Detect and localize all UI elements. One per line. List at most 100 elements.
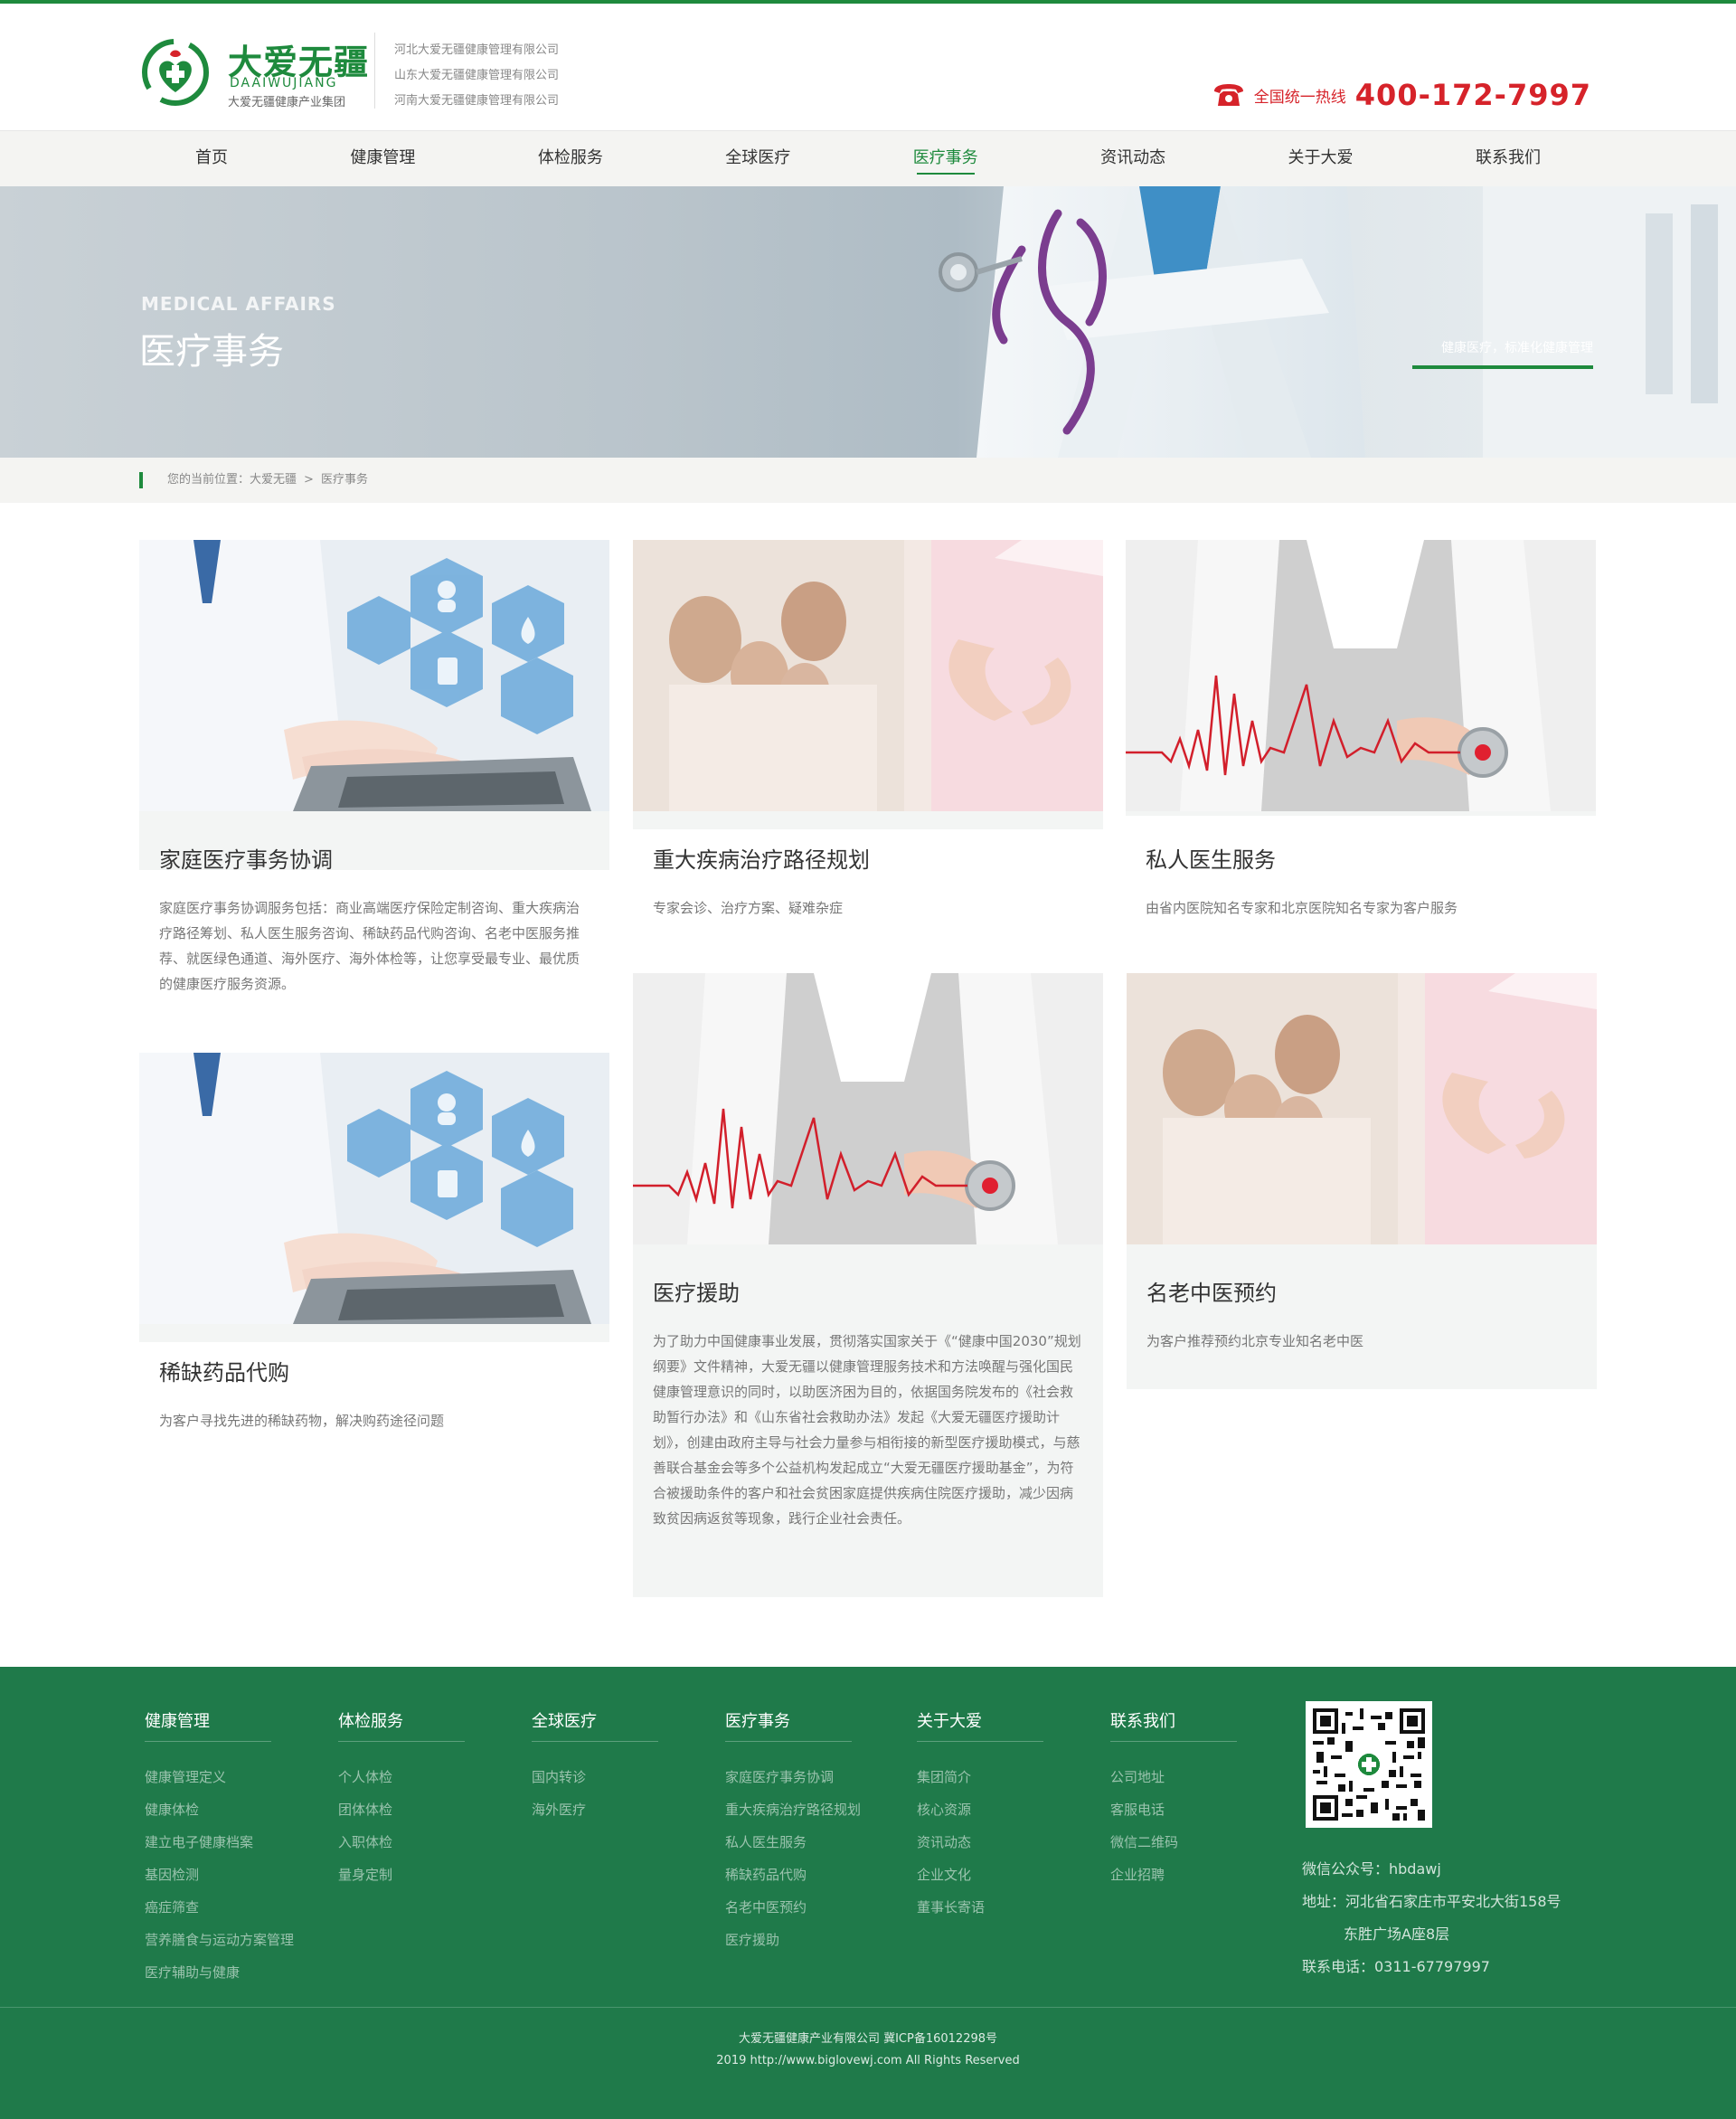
nav-item-medical-affairs[interactable]: 医疗事务 xyxy=(881,131,1011,187)
footer-column-divider xyxy=(338,1741,465,1742)
breadcrumb-prefix: 您的当前位置： xyxy=(167,473,250,487)
footer-column-divider xyxy=(917,1741,1043,1742)
nav-item-checkup-service[interactable]: 体检服务 xyxy=(505,131,636,187)
footer-link[interactable]: 客服电话 xyxy=(1110,1793,1178,1826)
card-image-family-heart-hands xyxy=(633,540,1103,811)
footer-link[interactable]: 癌症筛查 xyxy=(145,1891,294,1924)
footer-link[interactable]: 资讯动态 xyxy=(917,1826,985,1859)
header-divider xyxy=(374,33,375,109)
footer-column-title[interactable]: 联系我们 xyxy=(1110,1708,1175,1732)
contact-phone: 联系电话：0311-67797997 xyxy=(1302,1958,1490,1975)
card-description: 家庭医疗事务协调服务包括：商业高端医疗保险定制咨询、重大疾病治疗路径筹划、私人医… xyxy=(159,900,580,992)
logo-text-en: DAAIWUJIANG xyxy=(230,76,338,90)
footer-link[interactable]: 核心资源 xyxy=(917,1793,985,1826)
nav-item-news[interactable]: 资讯动态 xyxy=(1068,131,1198,187)
copyright: 大爱无疆健康产业有限公司 冀ICP备16012298号 2019 http://… xyxy=(0,2029,1736,2072)
footer-link[interactable]: 稀缺药品代购 xyxy=(725,1859,861,1891)
banner-tagline-underline xyxy=(1412,365,1593,369)
footer-link[interactable]: 健康管理定义 xyxy=(145,1761,294,1793)
footer-link[interactable]: 量身定制 xyxy=(338,1859,392,1891)
doctor-stethoscope-image xyxy=(939,186,1736,458)
service-card[interactable]: 医疗援助 为了助力中国健康事业发展，贯彻落实国家关于《“健康中国2030”规划纲… xyxy=(633,973,1103,1597)
card-description: 由省内医院知名专家和北京医院知名专家为客户服务 xyxy=(1146,900,1458,916)
footer-link[interactable]: 公司地址 xyxy=(1110,1761,1178,1793)
main-nav: 首页 健康管理 体检服务 全球医疗 医疗事务 资讯动态 关于大爱 联系我们 xyxy=(0,130,1736,186)
company-list: 河北大爱无疆健康管理有限公司 山东大爱无疆健康管理有限公司 河南大爱无疆健康管理… xyxy=(394,38,559,114)
site-footer: 健康管理 健康管理定义 健康体检 建立电子健康档案 基因检测 癌症筛查 营养膳食… xyxy=(0,1667,1736,2119)
banner-title-cn: 医疗事务 xyxy=(139,331,284,373)
card-image-doctor-keyboard xyxy=(139,540,609,811)
footer-link[interactable]: 名老中医预约 xyxy=(725,1891,861,1924)
card-image-doctor-keyboard xyxy=(139,1053,609,1324)
footer-link[interactable]: 医疗援助 xyxy=(725,1924,861,1956)
service-card[interactable]: 名老中医预约 为客户推荐预约北京专业知名老中医 xyxy=(1127,973,1597,1389)
service-card[interactable]: 家庭医疗事务协调 家庭医疗事务协调服务包括：商业高端医疗保险定制咨询、重大疾病治… xyxy=(139,540,609,992)
card-title: 私人医生服务 xyxy=(1146,847,1276,873)
footer-column-title[interactable]: 全球医疗 xyxy=(532,1708,597,1732)
footer-link[interactable]: 企业文化 xyxy=(917,1859,985,1891)
footer-link[interactable]: 海外医疗 xyxy=(532,1793,586,1826)
company-name: 山东大爱无疆健康管理有限公司 xyxy=(394,69,560,82)
footer-contact-info: 微信公众号：hbdawj 地址：河北省石家庄市平安北大街158号 东胜广场A座8… xyxy=(1302,1853,1561,1983)
footer-link[interactable]: 集团简介 xyxy=(917,1761,985,1793)
footer-link[interactable]: 重大疾病治疗路径规划 xyxy=(725,1793,861,1826)
footer-link[interactable]: 国内转诊 xyxy=(532,1761,586,1793)
breadcrumb-home-link[interactable]: 大爱无疆 xyxy=(250,473,297,487)
breadcrumb-marker xyxy=(139,472,143,488)
footer-link[interactable]: 医疗辅助与健康 xyxy=(145,1956,294,1989)
site-header: 大爱无疆 DAAIWUJIANG 大爱无疆健康产业集团 河北大爱无疆健康管理有限… xyxy=(0,4,1736,130)
service-card[interactable]: 私人医生服务 由省内医院知名专家和北京医院知名专家为客户服务 xyxy=(1126,540,1596,916)
footer-column-title[interactable]: 体检服务 xyxy=(338,1708,403,1732)
footer-link[interactable]: 入职体检 xyxy=(338,1826,392,1859)
breadcrumb-separator: > xyxy=(304,473,314,487)
footer-column-divider xyxy=(532,1741,658,1742)
card-title: 家庭医疗事务协调 xyxy=(159,847,333,873)
logo-subtitle: 大爱无疆健康产业集团 xyxy=(228,96,346,109)
footer-link[interactable]: 私人医生服务 xyxy=(725,1826,861,1859)
footer-link[interactable]: 家庭医疗事务协调 xyxy=(725,1761,861,1793)
hotline-number: 400-172-7997 xyxy=(1354,78,1591,112)
breadcrumb-current: 医疗事务 xyxy=(320,473,368,487)
hotline-label: 全国统一热线 xyxy=(1253,88,1346,107)
nav-item-about[interactable]: 关于大爱 xyxy=(1256,131,1386,187)
nav-item-health-management[interactable]: 健康管理 xyxy=(317,131,448,187)
nav-item-contact[interactable]: 联系我们 xyxy=(1443,131,1573,187)
service-card[interactable]: 重大疾病治疗路径规划 专家会诊、治疗方案、疑难杂症 xyxy=(633,540,1103,916)
card-image-family-heart-hands xyxy=(1127,973,1597,1244)
address-line-1: 地址：河北省石家庄市平安北大街158号 xyxy=(1302,1893,1561,1910)
footer-link[interactable]: 个人体检 xyxy=(338,1761,392,1793)
wechat-qr-code xyxy=(1306,1701,1432,1828)
banner-tagline: 健康医疗，标准化健康管理 xyxy=(1441,341,1593,355)
footer-link[interactable]: 健康体检 xyxy=(145,1793,294,1826)
footer-column-title[interactable]: 关于大爱 xyxy=(917,1708,982,1732)
footer-link[interactable]: 建立电子健康档案 xyxy=(145,1826,294,1859)
footer-link[interactable]: 微信二维码 xyxy=(1110,1826,1178,1859)
footer-column-divider xyxy=(1110,1741,1237,1742)
card-description: 为客户推荐预约北京专业知名老中医 xyxy=(1146,1333,1364,1349)
footer-link[interactable]: 团体体检 xyxy=(338,1793,392,1826)
footer-link[interactable]: 企业招聘 xyxy=(1110,1859,1178,1891)
logo-heart-cross-icon xyxy=(142,39,209,106)
card-image-heartbeat-stethoscope xyxy=(633,973,1103,1244)
card-title: 重大疾病治疗路径规划 xyxy=(653,847,870,873)
footer-column-title[interactable]: 健康管理 xyxy=(145,1708,210,1732)
site-logo[interactable]: 大爱无疆 DAAIWUJIANG 大爱无疆健康产业集团 xyxy=(141,34,368,112)
footer-link[interactable]: 营养膳食与运动方案管理 xyxy=(145,1924,294,1956)
footer-column-title[interactable]: 医疗事务 xyxy=(725,1708,790,1732)
footer-divider xyxy=(0,2007,1736,2008)
company-name: 河北大爱无疆健康管理有限公司 xyxy=(394,43,560,57)
page-banner: MEDICAL AFFAIRS 医疗事务 健康医疗，标准化健康管理 xyxy=(0,186,1736,458)
service-card[interactable]: 稀缺药品代购 为客户寻找先进的稀缺药物，解决购药途径问题 xyxy=(139,1053,609,1429)
company-name: 河南大爱无疆健康管理有限公司 xyxy=(394,94,560,108)
footer-link[interactable]: 董事长寄语 xyxy=(917,1891,985,1924)
card-title: 医疗援助 xyxy=(653,1281,740,1306)
card-image-heartbeat-stethoscope xyxy=(1126,540,1596,811)
copyright-line-2: 2019 http://www.biglovewj.com All Rights… xyxy=(716,2054,1020,2067)
card-description: 为客户寻找先进的稀缺药物，解决购药途径问题 xyxy=(159,1413,445,1429)
copyright-line-1: 大爱无疆健康产业有限公司 冀ICP备16012298号 xyxy=(738,2032,998,2046)
card-title: 稀缺药品代购 xyxy=(159,1360,289,1386)
nav-item-global-medical[interactable]: 全球医疗 xyxy=(693,131,823,187)
nav-item-home[interactable]: 首页 xyxy=(163,131,260,187)
footer-link[interactable]: 基因检测 xyxy=(145,1859,294,1891)
wechat-account: 微信公众号：hbdawj xyxy=(1302,1860,1441,1878)
